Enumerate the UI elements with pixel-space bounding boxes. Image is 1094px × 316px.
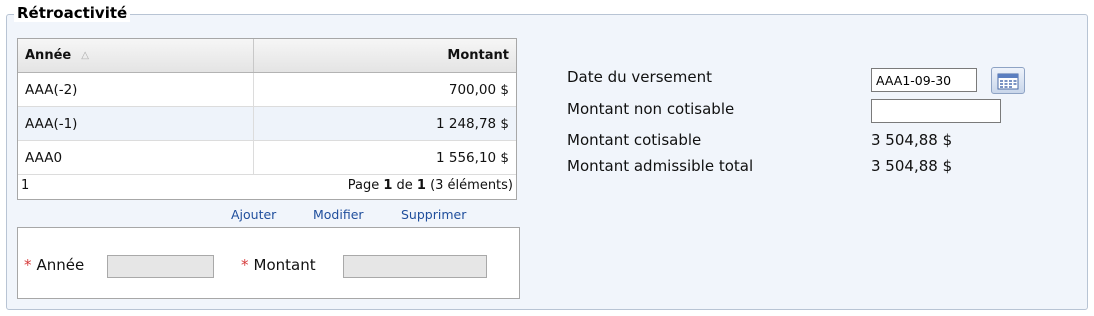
amount-label-text: Montant: [253, 256, 316, 274]
table-row[interactable]: AAA0 1 556,10 $: [18, 141, 516, 175]
grid-header: Année △ Montant: [18, 39, 516, 73]
column-header-year[interactable]: Année △: [18, 39, 254, 72]
delete-link[interactable]: Supprimer: [401, 207, 466, 222]
cell-amount: 700,00 $: [448, 81, 509, 98]
cell-year: AAA(-2): [18, 73, 254, 106]
pager-prefix: Page: [347, 178, 384, 193]
total-eligible-amount-label: Montant admissible total: [567, 157, 754, 175]
add-link[interactable]: Ajouter: [231, 207, 276, 222]
pager-total: 1: [416, 178, 426, 193]
amount-input[interactable]: [343, 255, 487, 278]
column-header-year-label: Année: [25, 48, 72, 63]
calendar-button[interactable]: [991, 67, 1025, 94]
section-title: Rétroactivité: [14, 4, 131, 22]
year-field-label: * Année: [24, 256, 84, 274]
column-header-amount-label: Montant: [447, 48, 509, 63]
table-row[interactable]: AAA(-2) 700,00 $: [18, 73, 516, 107]
pager-page-link[interactable]: 1: [21, 178, 29, 193]
total-eligible-amount-value: 3 504,88 $: [871, 157, 953, 175]
non-contributory-amount-label: Montant non cotisable: [567, 100, 735, 118]
pager-summary: Page 1 de 1 (3 éléments): [348, 178, 513, 193]
grid-pager: 1 Page 1 de 1 (3 éléments): [18, 175, 516, 196]
retroactivity-grid: Année △ Montant AAA(-2) 700,00 $ AAA(-1)…: [17, 38, 517, 200]
pager-of: de: [392, 178, 417, 193]
amount-field-label: * Montant: [241, 256, 316, 274]
contributory-amount-value: 3 504,88 $: [871, 131, 953, 149]
payment-date-input[interactable]: [871, 68, 977, 92]
calendar-icon: [997, 73, 1019, 89]
contributory-amount-label: Montant cotisable: [567, 131, 702, 149]
cell-amount: 1 248,78 $: [436, 115, 509, 132]
required-marker: *: [24, 256, 32, 274]
payment-date-label: Date du versement: [567, 68, 712, 86]
row-edit-form: * Année * Montant: [17, 227, 520, 299]
year-label-text: Année: [36, 256, 85, 274]
edit-link[interactable]: Modifier: [313, 207, 364, 222]
pager-suffix: (3 éléments): [425, 178, 513, 193]
cell-amount: 1 556,10 $: [436, 149, 509, 166]
year-input[interactable]: [107, 255, 214, 278]
required-marker: *: [241, 256, 249, 274]
table-row[interactable]: AAA(-1) 1 248,78 $: [18, 107, 516, 141]
cell-year: AAA(-1): [18, 107, 254, 140]
non-contributory-amount-input[interactable]: [871, 99, 1001, 123]
cell-year: AAA0: [18, 141, 254, 174]
column-header-amount[interactable]: Montant: [254, 39, 516, 72]
sort-ascending-icon: △: [81, 50, 89, 61]
